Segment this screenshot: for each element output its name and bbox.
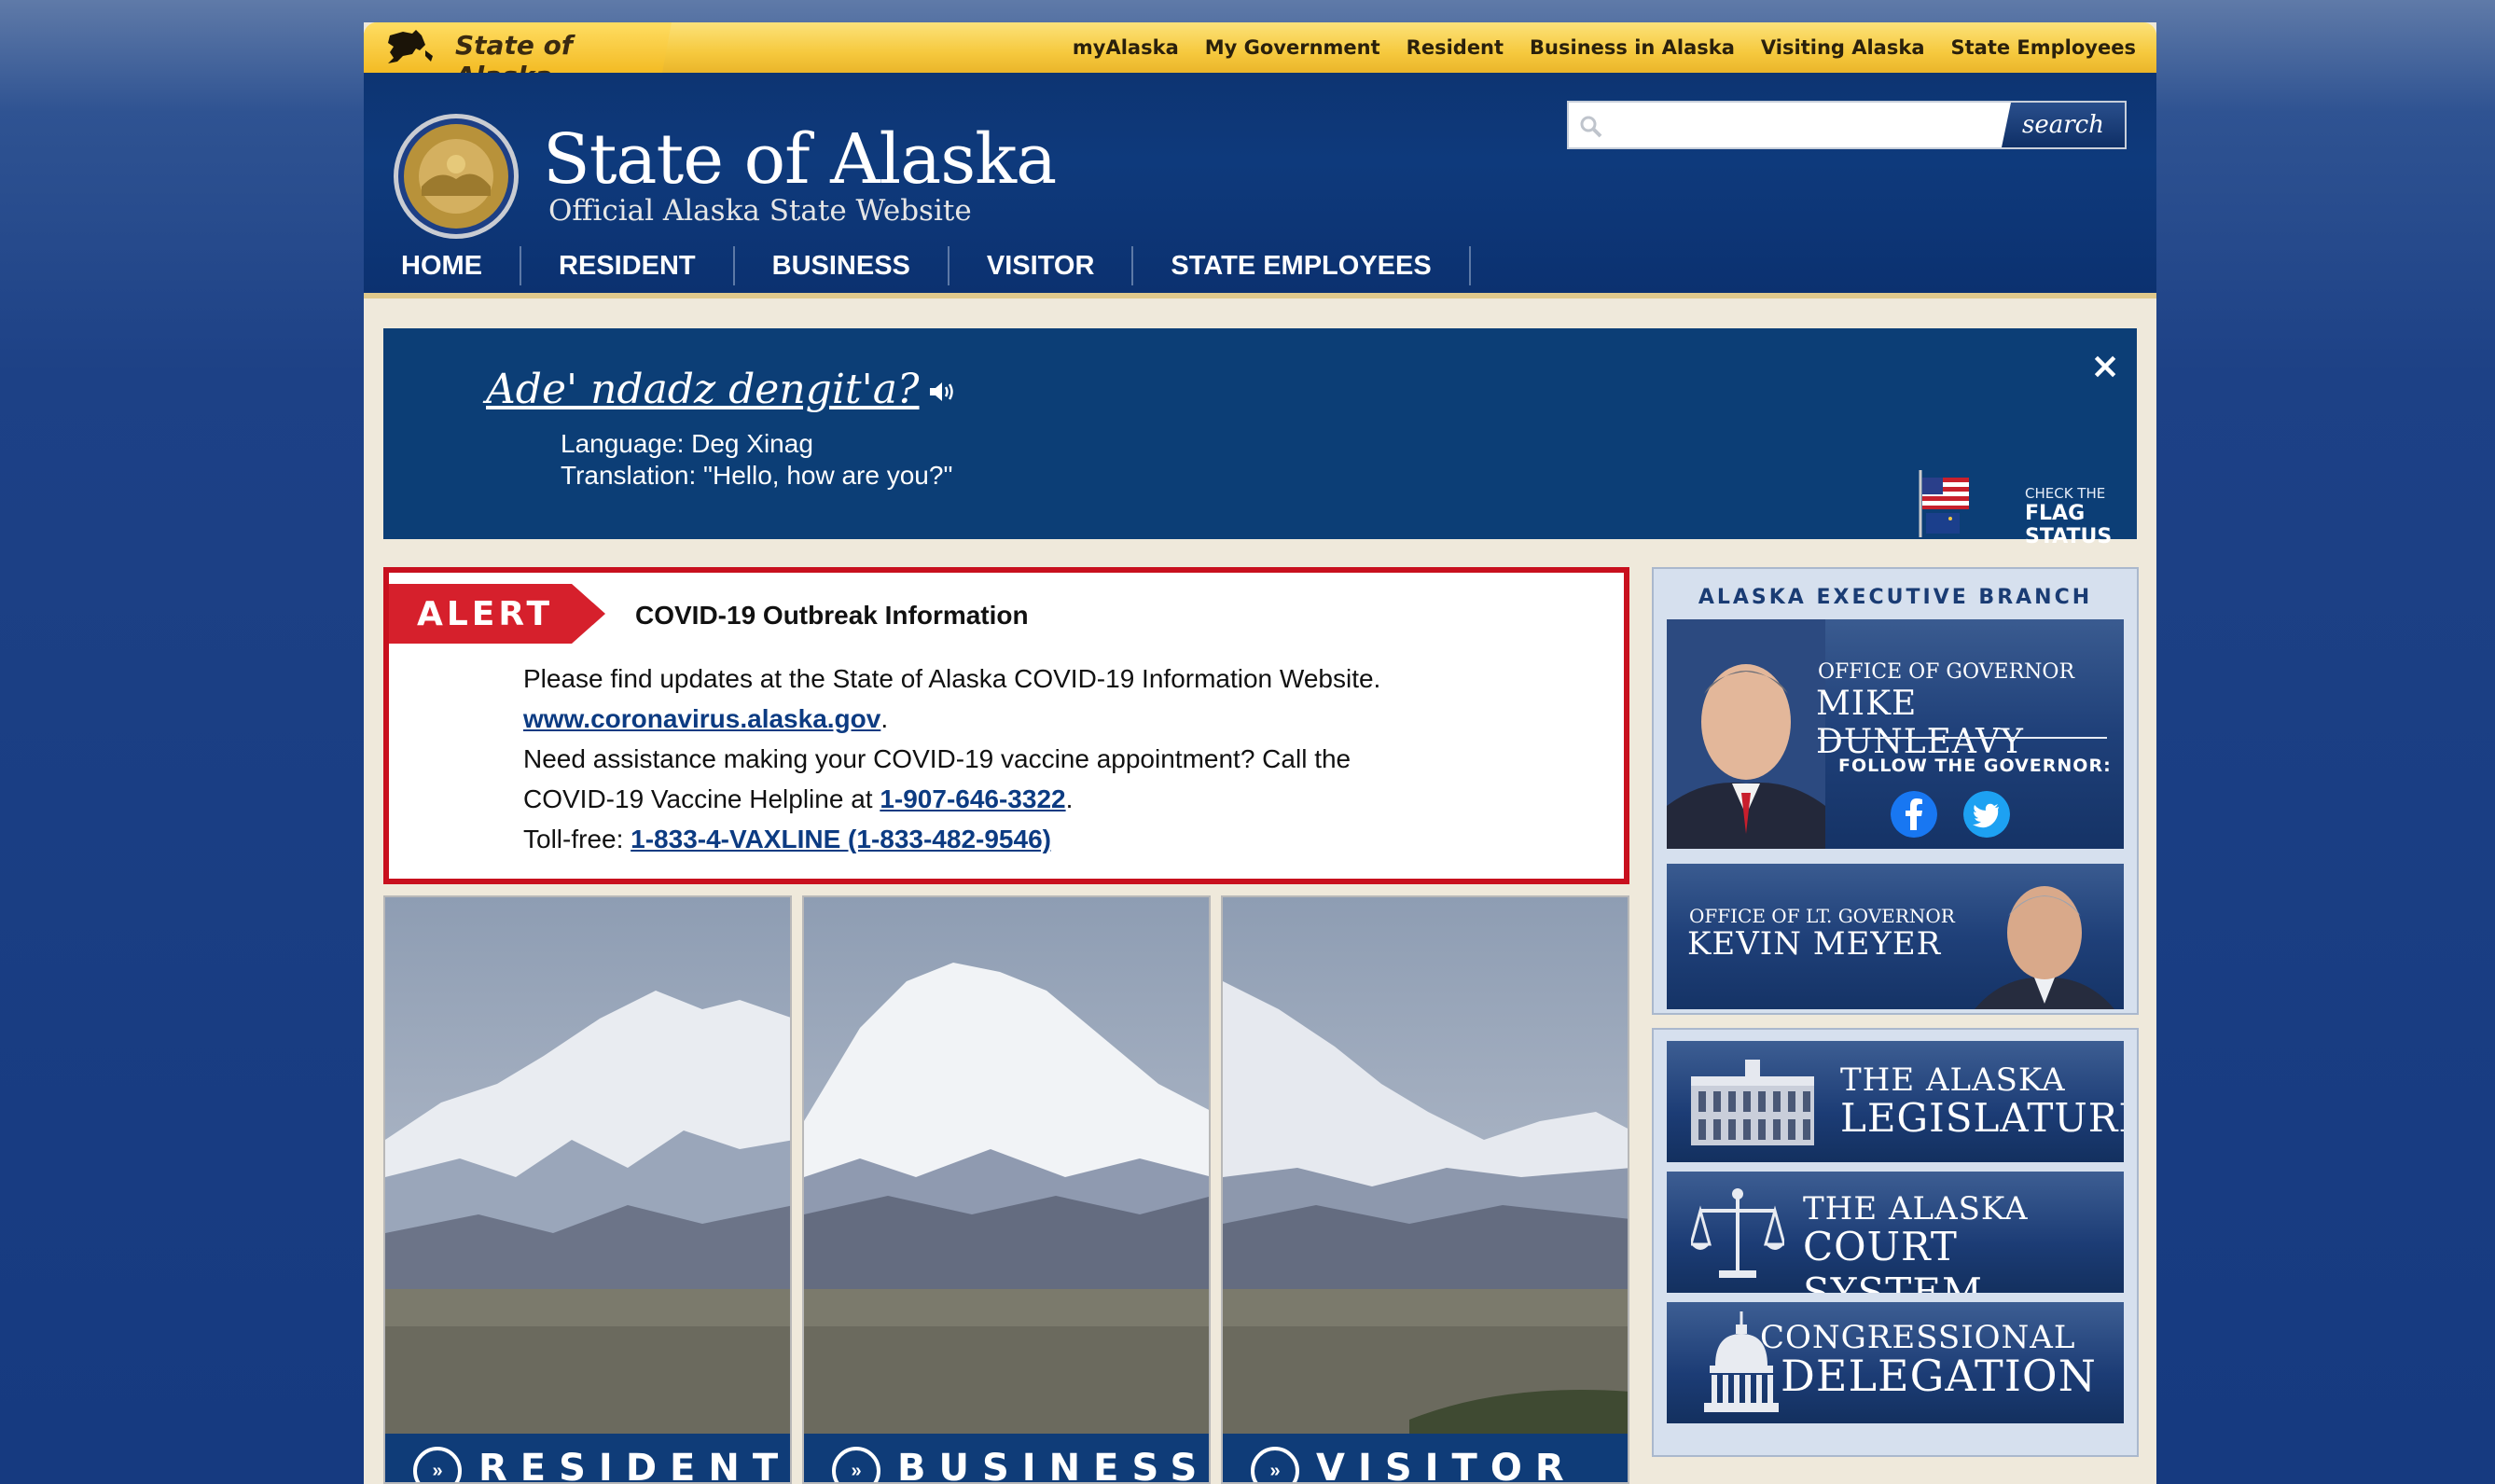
lt-governor-card[interactable]: OFFICE OF LT. GOVERNOR KEVIN MEYER: [1667, 864, 2124, 1009]
court-system-line1: THE ALASKA: [1803, 1190, 2029, 1227]
toplink-my-government[interactable]: My Government: [1205, 36, 1380, 59]
search-button[interactable]: search: [2002, 103, 2125, 147]
search-box: search: [1567, 101, 2127, 149]
mountain-image: [385, 897, 790, 1482]
flag-status-small: CHECK THE: [2025, 485, 2106, 502]
government-branches-panel: THE ALASKA LEGISLATURE THE ALASKA COURT …: [1652, 1028, 2139, 1457]
toplink-myalaska[interactable]: myAlaska: [1073, 36, 1179, 59]
lt-governor-office-label: OFFICE OF LT. GOVERNOR: [1689, 905, 1955, 927]
executive-branch-panel: ALASKA EXECUTIVE BRANCH OFFICE OF GOVERN…: [1652, 567, 2139, 1015]
divider: [1818, 737, 2107, 739]
search-icon: [1580, 116, 1602, 138]
tile-visitor[interactable]: VISITOR »: [1221, 895, 1629, 1484]
alert-tag: ALERT: [389, 584, 605, 644]
toplink-visiting[interactable]: Visiting Alaska: [1761, 36, 1925, 59]
legislature-line1: THE ALASKA: [1840, 1061, 2066, 1099]
audience-tiles: RESIDENT » BUSINESS » VISITOR »: [383, 895, 1629, 1484]
follow-governor-label: FOLLOW THE GOVERNOR:: [1838, 756, 2112, 776]
top-links: myAlaska My Government Resident Business…: [1073, 22, 2136, 73]
alert-line4: Toll-free:: [523, 825, 631, 853]
nav-home[interactable]: HOME: [364, 246, 521, 285]
language-banner: Ade' ndadz dengit'a? Language: Deg Xinag…: [383, 328, 2137, 548]
lt-governor-name: KEVIN MEYER: [1687, 925, 1942, 963]
toplink-resident[interactable]: Resident: [1407, 36, 1504, 59]
native-phrase-link[interactable]: Ade' ndadz dengit'a?: [486, 366, 920, 413]
alert-line1: Please find updates at the State of Alas…: [523, 664, 1381, 693]
translation-label: Translation: "Hello, how are you?": [561, 461, 953, 490]
facebook-icon[interactable]: [1891, 791, 1937, 838]
twitter-icon[interactable]: [1963, 791, 2010, 838]
state-seal-icon[interactable]: [392, 112, 520, 241]
search-input[interactable]: [1610, 106, 1983, 144]
speaker-icon[interactable]: [928, 379, 956, 405]
court-system-line2: COURT SYSTEM: [1803, 1224, 1983, 1293]
delegation-line2: DELEGATION: [1781, 1351, 2097, 1401]
close-banner-button[interactable]: ×: [2090, 345, 2120, 386]
page-container: State of Alaska myAlaska My Government R…: [364, 22, 2156, 1484]
site-header: State of Alaska Official Alaska State We…: [364, 73, 2156, 293]
vaccine-helpline-link[interactable]: 1-907-646-3322: [880, 784, 1065, 813]
tile-business[interactable]: BUSINESS »: [802, 895, 1211, 1484]
language-label: Language: Deg Xinag: [561, 429, 813, 458]
site-title[interactable]: State of Alaska: [543, 119, 1057, 200]
court-system-link[interactable]: THE ALASKA COURT SYSTEM: [1667, 1172, 2124, 1293]
mountain-image: [804, 897, 1209, 1482]
lt-governor-photo: [1975, 886, 2114, 1009]
legislature-link[interactable]: THE ALASKA LEGISLATURE: [1667, 1041, 2124, 1162]
main-nav: HOME RESIDENT BUSINESS VISITOR STATE EMP…: [364, 239, 1471, 293]
toplink-business[interactable]: Business in Alaska: [1530, 36, 1735, 59]
alert-line3: COVID-19 Vaccine Helpline at: [523, 784, 880, 813]
capitol-building-icon: [1691, 1060, 1814, 1145]
congressional-delegation-link[interactable]: CONGRESSIONAL DELEGATION: [1667, 1302, 2124, 1423]
nav-visitor[interactable]: VISITOR: [949, 246, 1134, 285]
scales-of-justice-icon: [1691, 1188, 1784, 1278]
flag-status-link[interactable]: CHECK THE FLAG STATUS: [1909, 468, 2133, 548]
nav-divider: [364, 293, 2156, 298]
nav-resident[interactable]: RESIDENT: [521, 246, 735, 285]
legislature-line2: LEGISLATURE: [1840, 1095, 2124, 1141]
top-utility-bar: State of Alaska myAlaska My Government R…: [364, 22, 2156, 73]
governor-photo: [1667, 619, 1825, 849]
flag-icon: [1919, 470, 1969, 537]
nav-business[interactable]: BUSINESS: [735, 246, 949, 285]
coronavirus-site-link[interactable]: www.coronavirus.alaska.gov: [523, 704, 880, 733]
governor-card[interactable]: OFFICE OF GOVERNOR MIKE DUNLEAVY FOLLOW …: [1667, 619, 2124, 849]
executive-branch-title: ALASKA EXECUTIVE BRANCH: [1698, 586, 2093, 609]
alert-line1-end: .: [880, 704, 889, 733]
state-of-alaska-tab[interactable]: State of Alaska: [364, 22, 672, 73]
covid-alert: ALERT COVID-19 Outbreak Information Plea…: [383, 567, 1629, 884]
alert-body: Please find updates at the State of Alas…: [523, 659, 1549, 859]
governor-name: MIKE DUNLEAVY: [1816, 685, 2024, 761]
governor-office-label: OFFICE OF GOVERNOR: [1818, 660, 2075, 684]
alert-line3-end: .: [1065, 784, 1074, 813]
flag-status-big: FLAG STATUS: [2025, 502, 2113, 548]
tile-resident[interactable]: RESIDENT »: [383, 895, 792, 1484]
site-subtitle: Official Alaska State Website: [548, 194, 972, 228]
alaska-map-icon: [388, 30, 433, 63]
nav-state-employees[interactable]: STATE EMPLOYEES: [1133, 246, 1471, 285]
toplink-state-employees[interactable]: State Employees: [1951, 36, 2137, 59]
alert-title: COVID-19 Outbreak Information: [635, 601, 1029, 630]
alert-line2: Need assistance making your COVID-19 vac…: [523, 744, 1351, 773]
toll-free-link[interactable]: 1-833-4-VAXLINE (1-833-482-9546): [631, 825, 1051, 853]
mountain-image: [1223, 897, 1628, 1482]
